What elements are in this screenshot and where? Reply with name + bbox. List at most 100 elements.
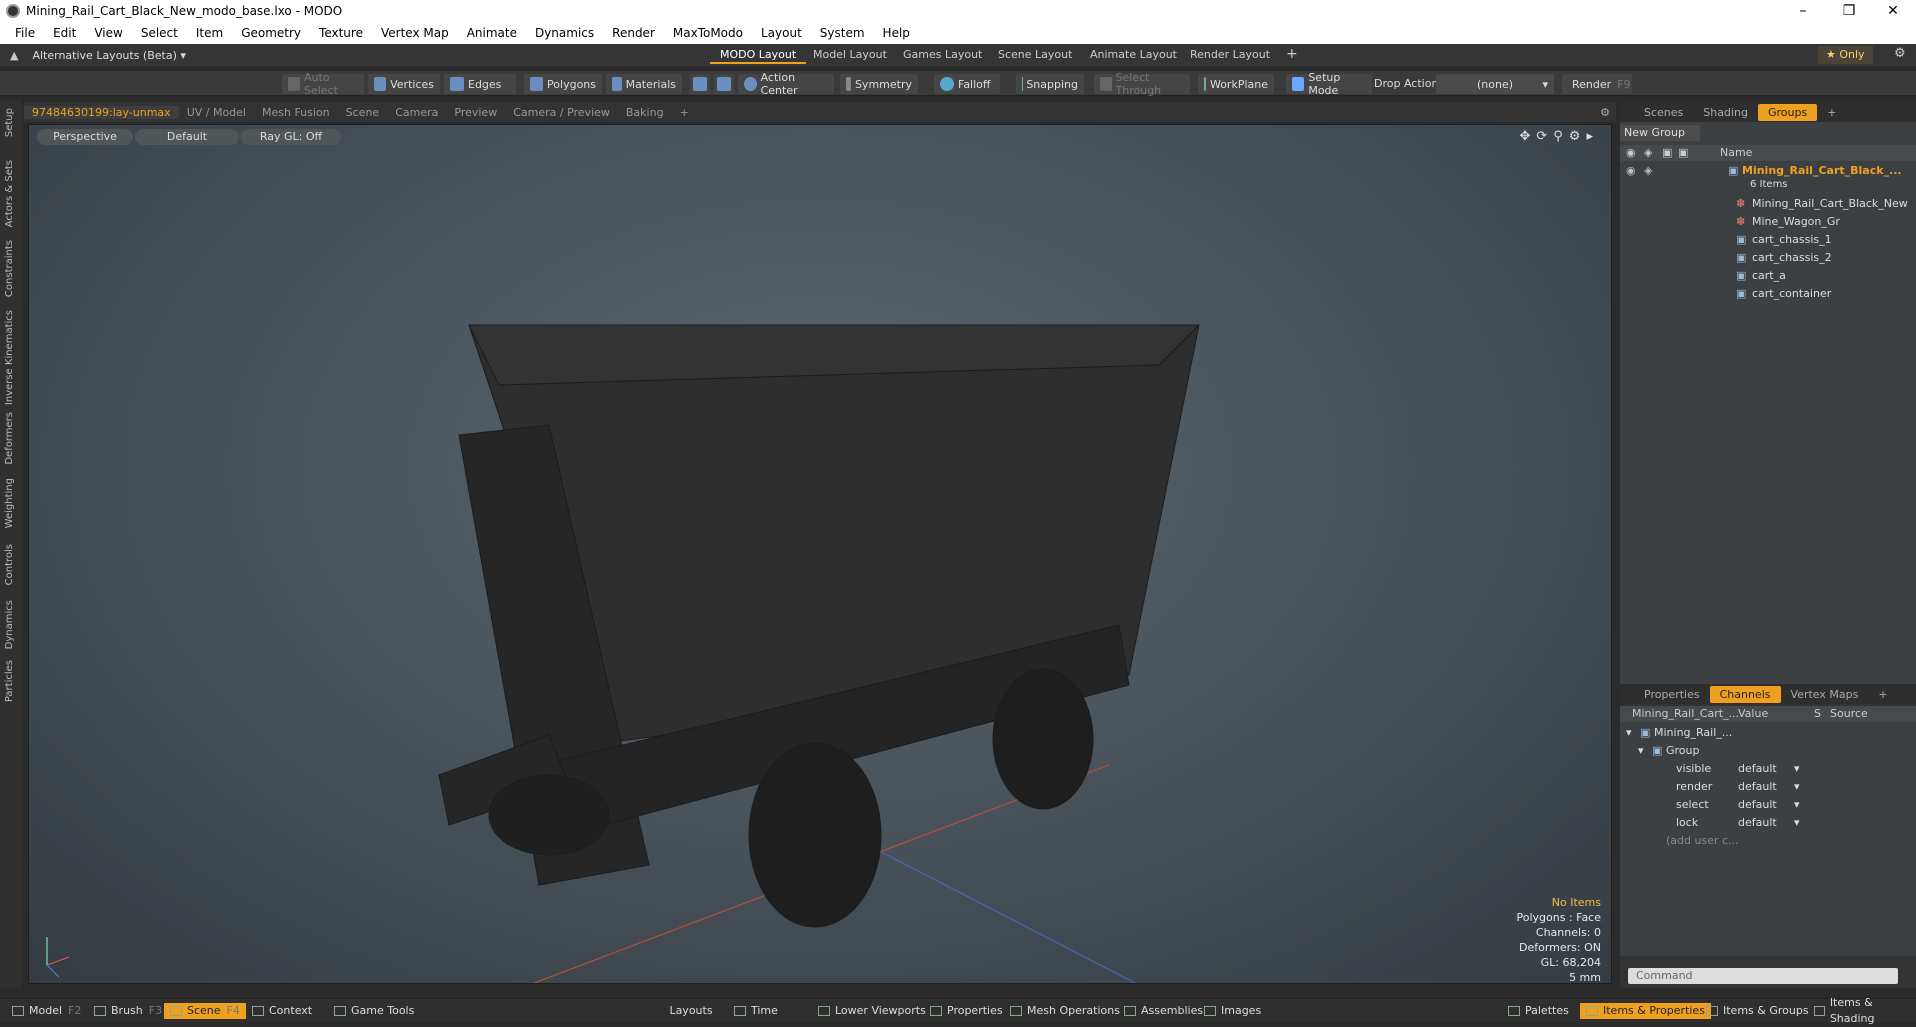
tab-animate-layout[interactable]: Animate Layout xyxy=(1080,46,1187,64)
tab-particles[interactable]: Particles xyxy=(4,660,15,702)
lock-icon[interactable]: ▣ xyxy=(1662,146,1672,159)
vertices-button[interactable]: Vertices xyxy=(368,74,440,94)
tab-shading[interactable]: Shading xyxy=(1693,104,1758,121)
tab-vertex-maps[interactable]: Vertex Maps xyxy=(1781,686,1869,703)
channel-value[interactable]: default xyxy=(1738,814,1777,832)
shield-b-icon[interactable] xyxy=(714,74,734,94)
channel-value[interactable]: default xyxy=(1738,760,1777,778)
menu-help[interactable]: Help xyxy=(874,26,919,40)
bottom-items-groups-button[interactable]: Items & Groups xyxy=(1700,1003,1815,1019)
list-item[interactable]: ▣cart_chassis_1 xyxy=(1620,231,1916,249)
render-button[interactable]: RenderF9 xyxy=(1562,74,1632,94)
materials-button[interactable]: Materials xyxy=(606,74,682,94)
list-item[interactable]: ▣cart_chassis_2 xyxy=(1620,249,1916,267)
tab-dynamics[interactable]: Dynamics xyxy=(4,600,15,649)
tab-mesh-fusion[interactable]: Mesh Fusion xyxy=(254,106,338,119)
channel-value[interactable]: default xyxy=(1738,778,1777,796)
setup-mode-button[interactable]: Setup Mode xyxy=(1286,74,1372,94)
menu-animate[interactable]: Animate xyxy=(458,26,526,40)
bottom-images-button[interactable]: Images xyxy=(1198,1003,1267,1019)
only-button[interactable]: ★ Only xyxy=(1818,46,1873,64)
select-toggle-icon[interactable]: ▣ xyxy=(1678,146,1688,159)
menu-geometry[interactable]: Geometry xyxy=(232,26,310,40)
channel-value[interactable]: default xyxy=(1738,796,1777,814)
tab-scenes[interactable]: Scenes xyxy=(1634,104,1693,121)
tab-scene-layout[interactable]: Scene Layout xyxy=(988,46,1082,64)
tab-actors-sets[interactable]: Actors & Sets xyxy=(4,160,15,227)
tab-scene[interactable]: Scene xyxy=(338,106,388,119)
channel-row[interactable]: visibledefault▾ xyxy=(1620,760,1916,778)
tab-games-layout[interactable]: Games Layout xyxy=(893,46,992,64)
tab-camera[interactable]: Camera xyxy=(387,106,446,119)
bottom-assemblies-button[interactable]: Assemblies xyxy=(1118,1003,1209,1019)
tab-setup[interactable]: Setup xyxy=(4,108,15,137)
menu-system[interactable]: System xyxy=(811,26,874,40)
tab-preview[interactable]: Preview xyxy=(446,106,505,119)
channel-row[interactable]: selectdefault▾ xyxy=(1620,796,1916,814)
tab-weighting[interactable]: Weighting xyxy=(4,478,15,528)
shield-a-icon[interactable] xyxy=(690,74,710,94)
eye-icon[interactable]: ◉ xyxy=(1626,146,1636,159)
list-item[interactable]: ▣cart_container xyxy=(1620,285,1916,303)
menu-select[interactable]: Select xyxy=(132,26,187,40)
symmetry-button[interactable]: Symmetry xyxy=(840,74,918,94)
viewport-options-icon[interactable]: ⚙ xyxy=(1600,106,1610,119)
tab-properties[interactable]: Properties xyxy=(1634,686,1710,703)
bottom-items-properties-button[interactable]: Items & Properties xyxy=(1580,1003,1711,1019)
tab-inverse-kinematics[interactable]: Inverse Kinematics xyxy=(4,310,15,405)
restore-icon[interactable]: ❐ xyxy=(1826,0,1872,22)
bottom-lower-viewports-button[interactable]: Lower Viewports xyxy=(812,1003,932,1019)
bottom-palettes-button[interactable]: Palettes xyxy=(1502,1003,1575,1019)
bottom-layouts-button[interactable]: Layouts xyxy=(656,1003,726,1019)
channel-row[interactable]: lockdefault▾ xyxy=(1620,814,1916,832)
channel-root-row[interactable]: ▾▣Mining_Rail_... xyxy=(1620,724,1916,742)
action-center-button[interactable]: Action Center xyxy=(738,74,834,94)
tab-groups[interactable]: Groups xyxy=(1758,104,1817,121)
bottom-scene-button[interactable]: SceneF4 xyxy=(164,1003,246,1019)
bottom-mesh-operations-button[interactable]: Mesh Operations xyxy=(1004,1003,1126,1019)
tab-uv-model[interactable]: UV / Model xyxy=(179,106,254,119)
chevron-down-icon[interactable]: ▾ xyxy=(1794,796,1800,814)
menu-render[interactable]: Render xyxy=(603,26,664,40)
menu-maxtomodo[interactable]: MaxToModo xyxy=(664,26,752,40)
tab-deformers[interactable]: Deformers xyxy=(4,412,15,465)
add-layout-button[interactable]: + xyxy=(1276,44,1308,62)
bottom-properties-button[interactable]: Properties xyxy=(924,1003,1009,1019)
3d-viewport[interactable]: Perspective Default Ray GL: Off ✥⟳⚲⚙▸ No… xyxy=(28,124,1612,984)
bottom-brush-button[interactable]: BrushF3 xyxy=(88,1003,168,1019)
gear-icon[interactable]: ⚙ xyxy=(1894,46,1906,61)
menu-file[interactable]: File xyxy=(6,26,44,40)
bottom-model-button[interactable]: ModelF2 xyxy=(6,1003,87,1019)
list-item[interactable]: ✽Mining_Rail_Cart_Black_New xyxy=(1620,195,1916,213)
chevron-down-icon[interactable]: ▾ xyxy=(1794,760,1800,778)
add-user-channel-row[interactable]: (add user c... xyxy=(1620,832,1916,850)
tab-camera-preview[interactable]: Camera / Preview xyxy=(505,106,618,119)
menu-texture[interactable]: Texture xyxy=(310,26,372,40)
add-panel-tab-button[interactable]: + xyxy=(1817,104,1846,121)
tab-baking[interactable]: Baking xyxy=(618,106,672,119)
menu-view[interactable]: View xyxy=(85,26,131,40)
minimize-icon[interactable]: – xyxy=(1780,0,1826,22)
render-toggle-icon[interactable]: ◈ xyxy=(1644,146,1652,159)
bottom-context-button[interactable]: Context xyxy=(246,1003,318,1019)
tab-constraints[interactable]: Constraints xyxy=(4,240,15,297)
tab-controls[interactable]: Controls xyxy=(4,544,15,585)
edges-button[interactable]: Edges xyxy=(444,74,516,94)
add-channel-tab-button[interactable]: + xyxy=(1868,686,1897,703)
chevron-down-icon[interactable]: ▾ xyxy=(1794,814,1800,832)
tab-lay-unmax[interactable]: 97484630199:lay-unmax xyxy=(24,106,179,119)
tab-channels[interactable]: Channels xyxy=(1710,686,1781,703)
drop-action-select[interactable]: (none)▾ xyxy=(1436,74,1554,94)
list-item[interactable]: ▣cart_a xyxy=(1620,267,1916,285)
menu-dynamics[interactable]: Dynamics xyxy=(526,26,603,40)
tab-modo-layout[interactable]: MODO Layout xyxy=(710,46,806,64)
command-input[interactable]: Command xyxy=(1628,968,1898,984)
polygons-button[interactable]: Polygons xyxy=(524,74,602,94)
tab-model-layout[interactable]: Model Layout xyxy=(803,46,897,64)
auto-select-button[interactable]: Auto Select xyxy=(282,74,364,94)
menu-layout[interactable]: Layout xyxy=(752,26,811,40)
alt-layouts-dropdown[interactable]: Alternative Layouts (Beta) ▾ xyxy=(32,49,185,62)
bottom-time-button[interactable]: Time xyxy=(728,1003,784,1019)
channel-group-row[interactable]: ▾▣Group xyxy=(1620,742,1916,760)
chevron-down-icon[interactable]: ▾ xyxy=(1794,778,1800,796)
